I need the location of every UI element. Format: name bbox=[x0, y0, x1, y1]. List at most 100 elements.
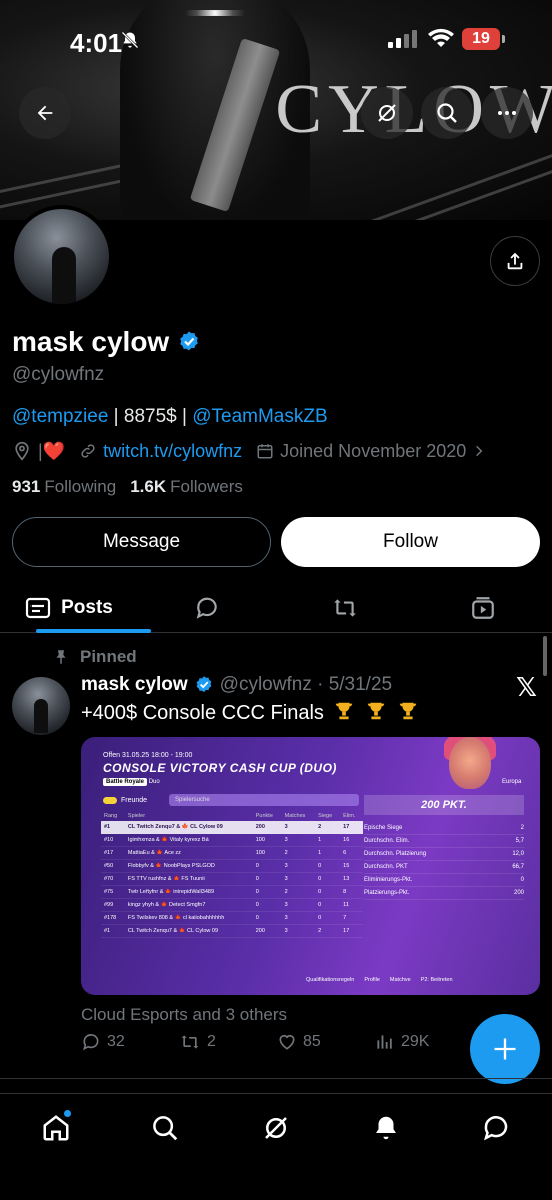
nav-notifications[interactable] bbox=[368, 1110, 404, 1146]
post-liked-by[interactable]: Cloud Esports and 3 others bbox=[81, 1005, 287, 1025]
chevron-right-icon[interactable] bbox=[472, 444, 486, 458]
leaderboard-cell: 2 bbox=[315, 924, 341, 938]
profile-tabs: Posts bbox=[0, 583, 552, 633]
leaderboard-cell: 8 bbox=[340, 885, 363, 899]
nav-search[interactable] bbox=[147, 1110, 183, 1146]
leaderboard-header: Elim. bbox=[343, 813, 356, 819]
joined-text: Joined November 2020 bbox=[280, 440, 467, 461]
leaderboard-cell: 16 bbox=[340, 833, 363, 847]
tab-replies[interactable] bbox=[138, 583, 276, 632]
reply-button[interactable]: 32 bbox=[81, 1032, 179, 1052]
leaderboard-cell: 0 bbox=[315, 872, 341, 886]
leaderboard-cell: 2 bbox=[315, 821, 341, 834]
nav-home[interactable] bbox=[38, 1110, 74, 1146]
compose-button[interactable] bbox=[470, 1014, 540, 1084]
leaderboard-header: Siege bbox=[318, 813, 333, 819]
website-link[interactable]: twitch.tv/cylowfnz bbox=[103, 441, 242, 462]
avatar-figure bbox=[52, 247, 76, 304]
stat-label: Durchschn. Platzierung bbox=[364, 851, 427, 857]
scrollbar[interactable] bbox=[543, 636, 547, 676]
leaderboard-cell: 200 bbox=[252, 924, 282, 938]
tab-posts[interactable]: Posts bbox=[0, 583, 151, 633]
leaderboard-cell: 0 bbox=[252, 898, 282, 912]
leaderboard-cell: 7 bbox=[340, 911, 363, 925]
pin-icon bbox=[56, 650, 66, 664]
posts-icon bbox=[26, 597, 51, 618]
tab-reposts[interactable] bbox=[276, 583, 414, 632]
leaderboard-cell: MattiaEu & 🍁 Ace zz bbox=[124, 846, 253, 860]
media-title: CONSOLE VICTORY CASH CUP (DUO) bbox=[103, 761, 337, 775]
post-text: +400$ Console CCC Finals bbox=[81, 700, 419, 725]
repost-icon bbox=[334, 598, 356, 617]
post-author-name[interactable]: mask cylow bbox=[81, 674, 188, 696]
pinned-indicator: Pinned bbox=[52, 647, 137, 667]
leaderboard-cell: CL Twitch Zenqu7 & 🍁 CL Cylow 09 bbox=[124, 924, 253, 938]
post-body: +400$ Console CCC Finals bbox=[81, 702, 324, 724]
verified-badge-icon bbox=[196, 676, 212, 693]
status-bar: 4:01 19 bbox=[0, 0, 552, 80]
leaderboard-cell: Flobbyfv & 🍁 NoobPlays PSLGOD bbox=[124, 859, 253, 873]
stat-label: Epische Siege bbox=[364, 825, 403, 831]
message-button[interactable]: Message bbox=[12, 517, 271, 567]
bio-mention-teammaskzb[interactable]: @TeamMaskZB bbox=[192, 406, 327, 427]
verified-badge-icon[interactable] bbox=[177, 330, 201, 354]
leaderboard-cell: Twtr Leftyfnr & 🍁 intrepidWall3489 bbox=[124, 885, 253, 899]
leaderboard-cell: 3 bbox=[281, 898, 316, 912]
bio-mention-tempziee[interactable]: @tempziee bbox=[12, 406, 108, 427]
post-author-avatar[interactable] bbox=[12, 677, 70, 735]
leaderboard-cell: 100 bbox=[252, 833, 282, 847]
stat-row: Epische Siege 2 bbox=[364, 822, 524, 835]
leaderboard-cell: FS TTV rushfnz & 🍁 FS Tuunii bbox=[124, 872, 253, 886]
stat-label: Eliminierungs-Pkt. bbox=[364, 877, 413, 883]
leaderboard-cell: FS Twilskev 808 & 🍁 cl kaiiobahhhhhh bbox=[124, 911, 253, 925]
link-icon bbox=[81, 444, 95, 458]
nav-grok[interactable] bbox=[258, 1110, 294, 1146]
leaderboard-cell: 100 bbox=[252, 846, 282, 860]
location-icon bbox=[15, 441, 29, 461]
like-button[interactable]: 85 bbox=[277, 1032, 375, 1052]
wifi-icon bbox=[428, 27, 454, 54]
media-friends-toggle: Freunde bbox=[103, 797, 147, 804]
leaderboard-header: Punkte bbox=[255, 813, 273, 819]
follow-button[interactable]: Follow bbox=[281, 517, 540, 567]
search-button[interactable] bbox=[421, 87, 473, 139]
leaderboard-cell: 0 bbox=[315, 898, 341, 912]
leaderboard-cell: #1 bbox=[101, 924, 125, 938]
leaderboard-header: Rang bbox=[104, 813, 118, 819]
more-button[interactable] bbox=[481, 87, 533, 139]
leaderboard-cell: 13 bbox=[340, 872, 363, 886]
leaderboard-row: #10 Igimhxmza & 🍁 Vitaly kyrexz Bá 100 3 1 16 bbox=[101, 833, 363, 847]
leaderboard-cell: 3 bbox=[281, 821, 316, 834]
media-footer-item: P2: Beitreten bbox=[420, 977, 453, 983]
leaderboard-cell: #99 bbox=[101, 898, 125, 912]
leaderboard-cell: 0 bbox=[252, 872, 282, 886]
following-link[interactable]: 931 Following bbox=[12, 477, 116, 497]
heart-icon bbox=[279, 1034, 295, 1050]
stat-row: Durchschn. PKT 66,7 bbox=[364, 861, 524, 874]
media-character bbox=[449, 737, 491, 789]
followers-count: 1.6K bbox=[130, 477, 167, 496]
profile-website[interactable]: twitch.tv/cylowfnz bbox=[79, 441, 242, 462]
leaderboard-cell: 1 bbox=[315, 833, 341, 847]
stat-value: 0 bbox=[520, 877, 524, 883]
tab-media[interactable] bbox=[414, 583, 552, 632]
post-handle-date[interactable]: @cylowfnz · 5/31/25 bbox=[220, 674, 392, 696]
views-button[interactable]: 29K bbox=[375, 1032, 473, 1052]
back-button[interactable] bbox=[19, 87, 71, 139]
like-count: 85 bbox=[303, 1033, 321, 1050]
nav-messages[interactable] bbox=[478, 1110, 514, 1146]
repost-button[interactable]: 2 bbox=[179, 1032, 277, 1052]
leaderboard-row: #75 Twtr Leftyfnr & 🍁 intrepidWall3489 0 2 0… bbox=[101, 885, 363, 899]
media-footer-item: Qualifikationsregeln bbox=[306, 977, 355, 983]
grok-button[interactable] bbox=[361, 87, 413, 139]
followers-link[interactable]: 1.6K Followers bbox=[130, 477, 243, 497]
leaderboard-cell: 1 bbox=[315, 846, 341, 860]
share-button[interactable] bbox=[490, 236, 540, 286]
stat-value: 66,7 bbox=[512, 864, 524, 870]
post-media-image[interactable]: Offen 31.05.25 18:00 - 19:00 CONSOLE VIC… bbox=[81, 737, 540, 995]
leaderboard-row: #50 Flobbyfv & 🍁 NoobPlays PSLGOD 0 3 0 15 bbox=[101, 859, 363, 873]
battery-cap bbox=[502, 35, 505, 43]
media-search: Spielersuche bbox=[169, 794, 359, 806]
profile-avatar[interactable] bbox=[10, 205, 113, 308]
stat-label: Durchschn. PKT bbox=[364, 864, 408, 870]
